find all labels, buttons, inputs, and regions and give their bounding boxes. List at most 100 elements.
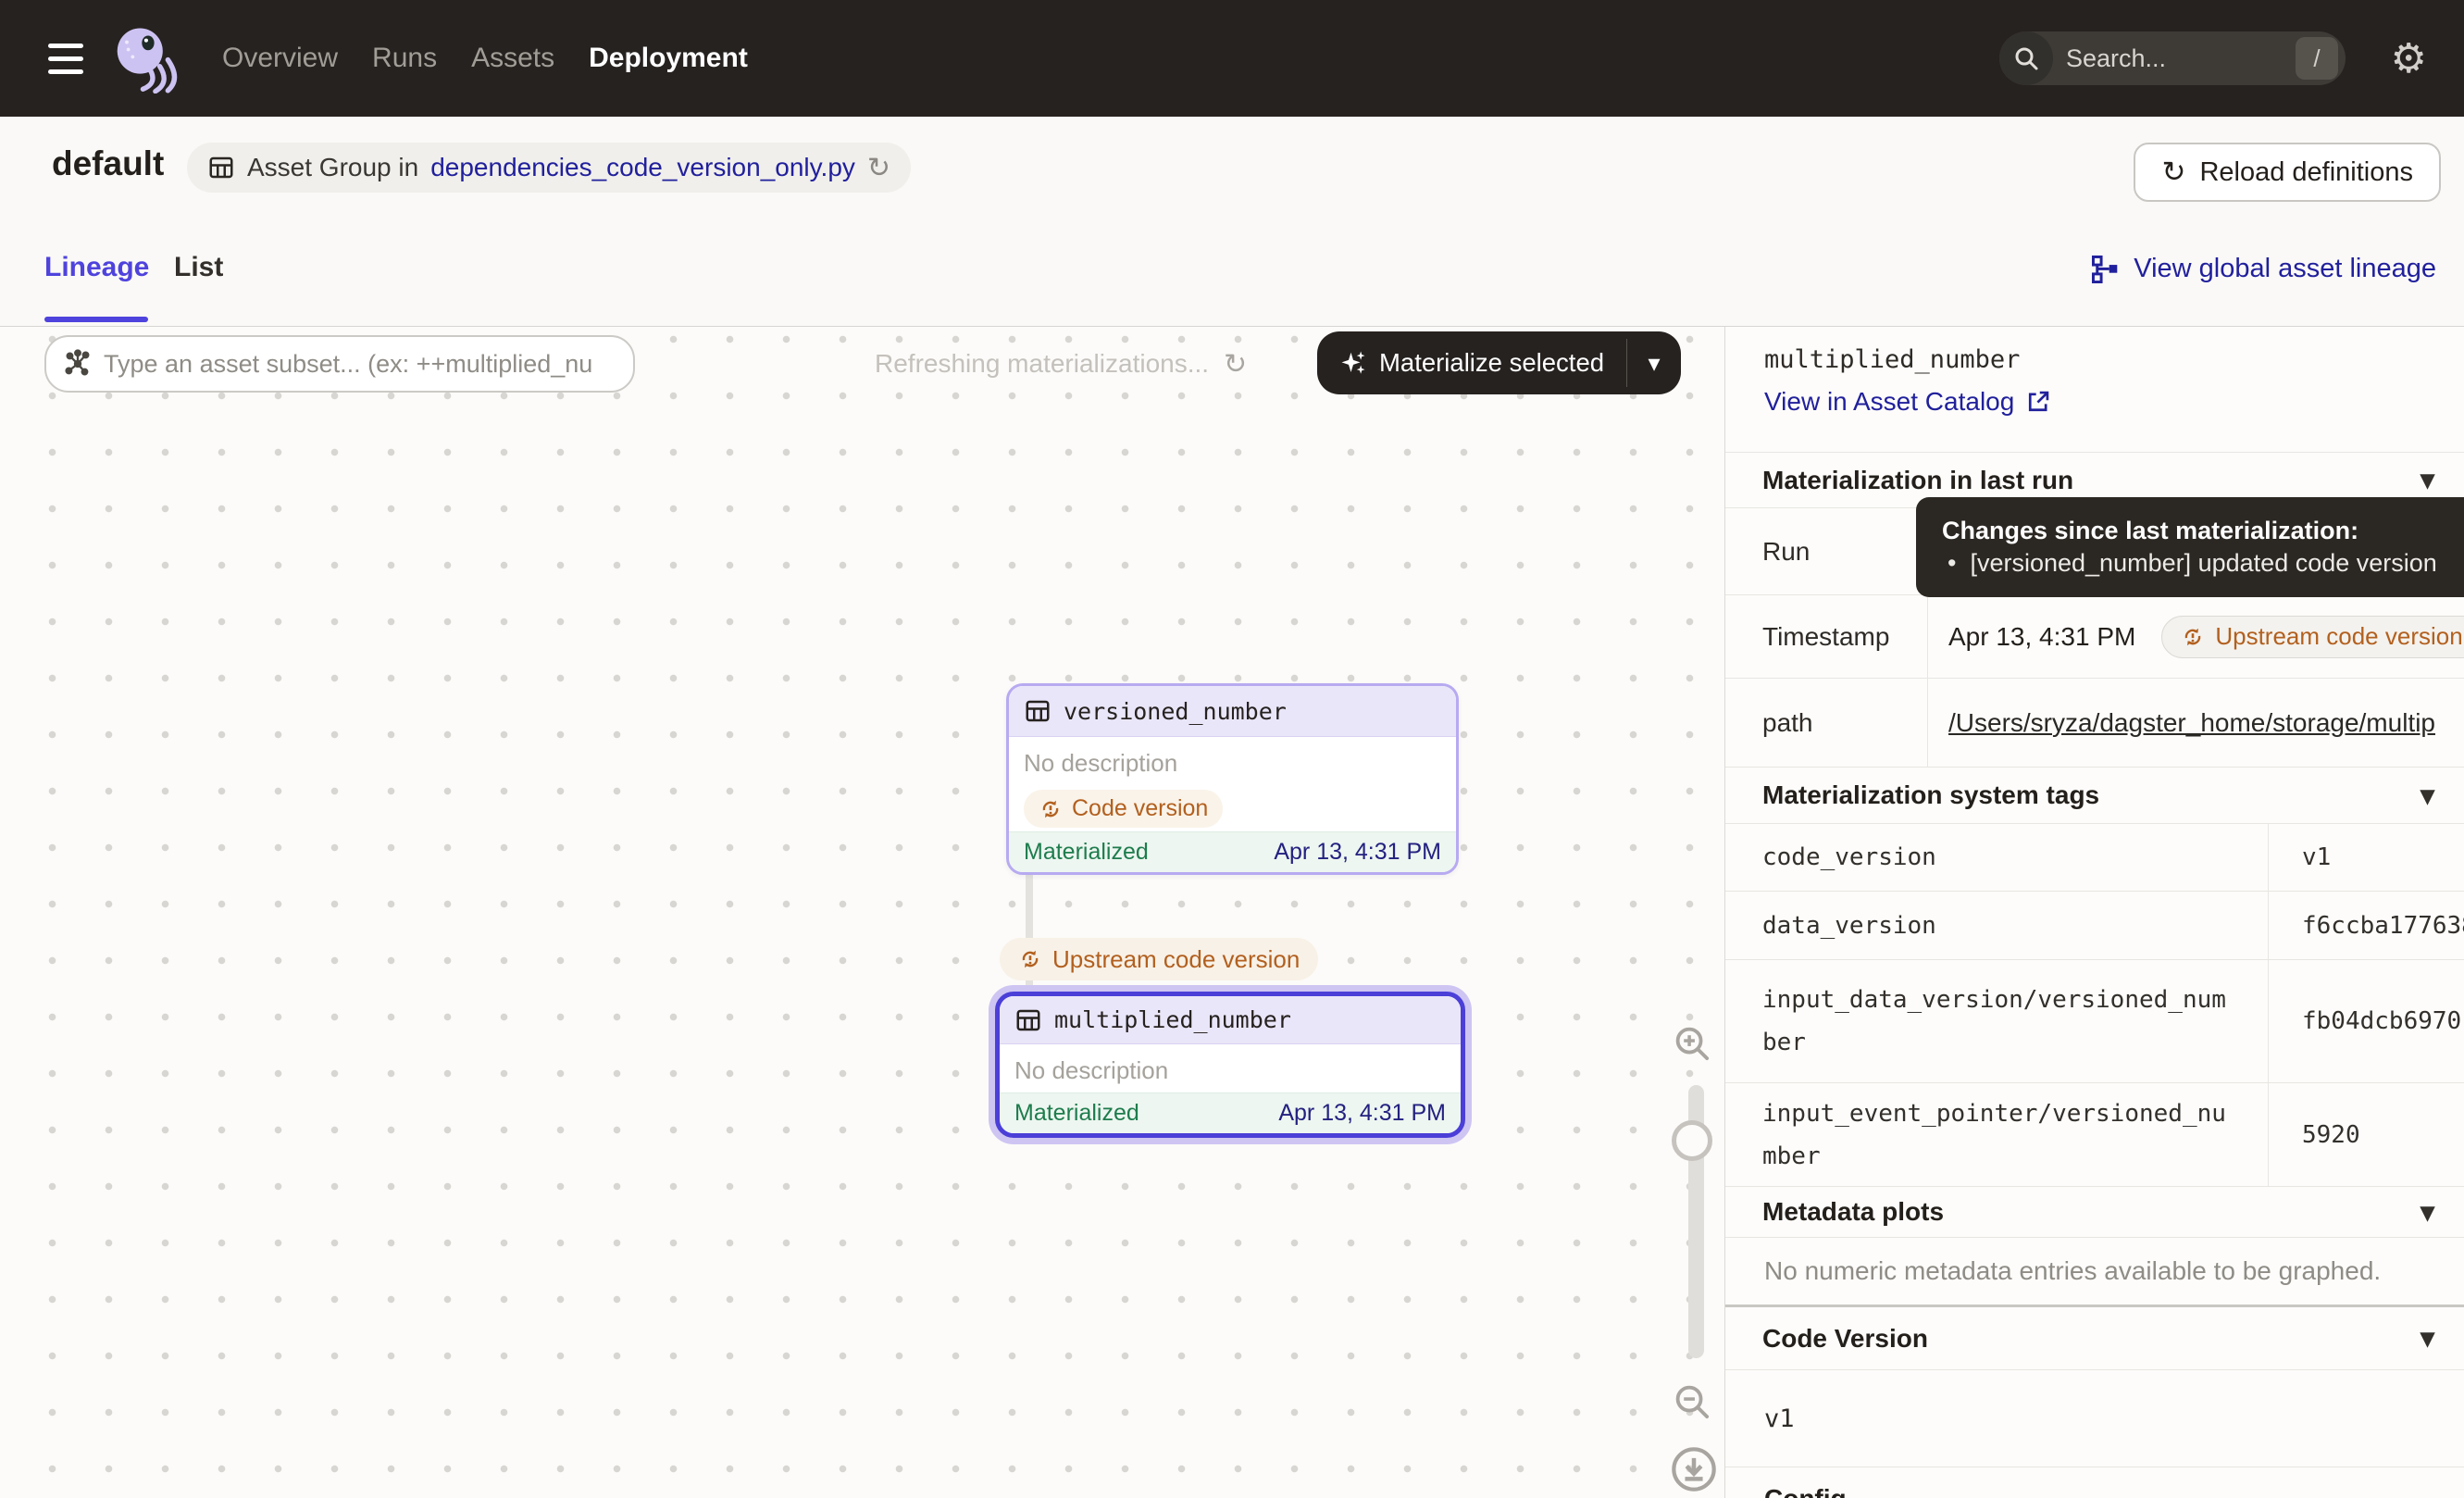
tag-value: v1: [2269, 824, 2464, 891]
hamburger-menu-icon[interactable]: [48, 44, 83, 74]
nav-item-assets[interactable]: Assets: [471, 43, 554, 74]
asset-lineage-graph[interactable]: Refreshing materializations... Materiali…: [0, 327, 1724, 1498]
upstream-code-version-badge: Upstream code version: [2161, 616, 2464, 658]
system-tag-row: code_version v1: [1725, 824, 2464, 892]
run-label: Run: [1725, 508, 1928, 594]
reload-definitions-button[interactable]: Reload definitions: [2134, 143, 2441, 202]
section-heading: Materialization system tags: [1762, 780, 2099, 810]
metadata-plots-empty-note: No numeric metadata entries available to…: [1725, 1238, 2464, 1305]
collapse-caret-icon[interactable]: [2420, 1322, 2434, 1354]
asset-group-file-link[interactable]: dependencies_code_version_only.py: [430, 153, 855, 182]
table-grid-icon: [1024, 697, 1052, 725]
nav-item-overview[interactable]: Overview: [222, 43, 338, 74]
asset-subset-icon: [63, 349, 93, 379]
system-tag-row: input_data_version/versioned_number fb04…: [1725, 960, 2464, 1083]
materialized-timestamp: Apr 13, 4:31 PM: [1274, 839, 1441, 866]
changes-tooltip: Changes since last materialization: [ver…: [1916, 497, 2464, 597]
global-search[interactable]: /: [1999, 31, 2346, 85]
view-in-asset-catalog-link[interactable]: View in Asset Catalog: [1764, 387, 2051, 417]
lineage-graph-icon: [2091, 255, 2121, 284]
tooltip-title: Changes since last materialization:: [1942, 516, 2464, 546]
sparkle-icon: [1339, 349, 1367, 377]
asset-name: versioned_number: [1064, 698, 1287, 725]
asset-subset-input[interactable]: [104, 350, 616, 379]
materialized-status: Materialized: [1024, 839, 1149, 866]
section-metadata-plots[interactable]: Metadata plots: [1725, 1187, 2464, 1238]
tag-value: f6ccba177638: [2269, 892, 2464, 959]
asset-group-prefix: Asset Group in: [247, 153, 418, 182]
materialize-dropdown-caret[interactable]: [1627, 331, 1681, 394]
tag-key: data_version: [1725, 892, 2269, 959]
tab-list[interactable]: List: [174, 252, 223, 283]
view-global-label: View global asset lineage: [2134, 254, 2436, 284]
refreshing-status: Refreshing materializations...: [875, 335, 1247, 393]
view-global-asset-lineage-link[interactable]: View global asset lineage: [2091, 254, 2436, 284]
collapse-caret-icon[interactable]: [2420, 1196, 2434, 1229]
page-title: default: [52, 144, 164, 183]
upstream-badge-label: Upstream code version: [1052, 945, 1300, 974]
search-icon: [1999, 31, 2053, 85]
asset-node-versioned-number[interactable]: versioned_number No description Code ver…: [1006, 683, 1459, 875]
materialized-status: Materialized: [1014, 1100, 1139, 1127]
code-version-cycle-icon: [1018, 947, 1042, 971]
search-input[interactable]: [2053, 44, 2296, 73]
system-tag-row: data_version f6ccba177638: [1725, 892, 2464, 960]
panel-asset-title: multiplied_number: [1764, 345, 2464, 374]
active-tab-underline: [44, 317, 148, 322]
reload-definitions-label: Reload definitions: [2199, 157, 2413, 188]
code-version-change-badge: Code version: [1024, 790, 1223, 828]
path-value-link[interactable]: /Users/sryza/dagster_home/storage/multip: [1948, 708, 2435, 738]
change-badge-label: Code version: [1072, 795, 1208, 822]
refreshing-label: Refreshing materializations...: [875, 349, 1209, 379]
search-shortcut-badge: /: [2296, 37, 2338, 80]
zoom-slider-handle[interactable]: [1672, 1120, 1712, 1161]
zoom-out-icon[interactable]: [1672, 1381, 1712, 1422]
section-materialization-system-tags[interactable]: Materialization system tags: [1725, 768, 2464, 824]
download-image-icon[interactable]: [1670, 1445, 1718, 1493]
external-link-icon: [2025, 389, 2051, 415]
timestamp-label: Timestamp: [1725, 595, 1928, 678]
nav-item-runs[interactable]: Runs: [372, 43, 437, 74]
section-heading: Code Version: [1762, 1324, 1928, 1354]
materialize-label: Materialize selected: [1379, 348, 1604, 378]
tag-value: 5920: [2269, 1083, 2464, 1186]
asset-group-pill: Asset Group in dependencies_code_version…: [187, 143, 911, 193]
asset-subset-filter[interactable]: [44, 335, 635, 393]
timestamp-row: Timestamp Apr 13, 4:31 PM Upstream code …: [1725, 595, 2464, 679]
asset-node-multiplied-number[interactable]: multiplied_number No description Materia…: [995, 992, 1465, 1138]
tag-value: fb04dcb6970: [2269, 960, 2464, 1082]
section-heading: Materialization in last run: [1762, 466, 2073, 495]
catalog-link-label: View in Asset Catalog: [1764, 387, 2014, 417]
view-tabs-row: Lineage List View global asset lineage: [0, 218, 2464, 327]
code-version-cycle-icon: [2181, 625, 2205, 649]
dagster-app: Overview Runs Assets Deployment / defaul…: [0, 0, 2464, 1498]
code-version-value: v1: [1725, 1370, 2464, 1467]
nav-links: Overview Runs Assets Deployment: [222, 43, 748, 74]
refresh-icon[interactable]: [867, 152, 890, 184]
table-grid-icon: [1014, 1006, 1042, 1034]
section-heading: Metadata plots: [1762, 1197, 1944, 1227]
asset-description: No description: [1024, 749, 1441, 778]
asset-name: multiplied_number: [1054, 1006, 1291, 1033]
timestamp-value: Apr 13, 4:31 PM: [1948, 622, 2135, 652]
tooltip-item: [versioned_number] updated code version: [1942, 546, 2464, 580]
section-code-version[interactable]: Code Version: [1725, 1307, 2464, 1370]
zoom-in-icon[interactable]: [1672, 1023, 1712, 1064]
upstream-code-version-badge: Upstream code version: [1000, 938, 1318, 980]
table-grid-icon: [207, 154, 235, 181]
tag-key: input_data_version/versioned_number: [1725, 960, 2269, 1082]
refresh-spinner-icon[interactable]: [1224, 348, 1247, 381]
settings-gear-icon[interactable]: [2391, 0, 2427, 117]
asset-description: No description: [1014, 1056, 1446, 1085]
materialize-selected-button[interactable]: Materialize selected: [1317, 331, 1681, 394]
badge-label: Upstream code version: [2215, 622, 2462, 651]
collapse-caret-icon[interactable]: [2420, 464, 2434, 496]
collapse-caret-icon[interactable]: [2420, 780, 2434, 812]
dagster-logo-icon[interactable]: [109, 23, 180, 94]
tag-key: code_version: [1725, 824, 2269, 891]
system-tag-row: input_event_pointer/versioned_number 592…: [1725, 1083, 2464, 1187]
path-label: path: [1725, 679, 1928, 767]
tab-lineage[interactable]: Lineage: [44, 252, 149, 283]
nav-item-deployment[interactable]: Deployment: [589, 43, 748, 74]
page-header: default Asset Group in dependencies_code…: [0, 117, 2464, 218]
